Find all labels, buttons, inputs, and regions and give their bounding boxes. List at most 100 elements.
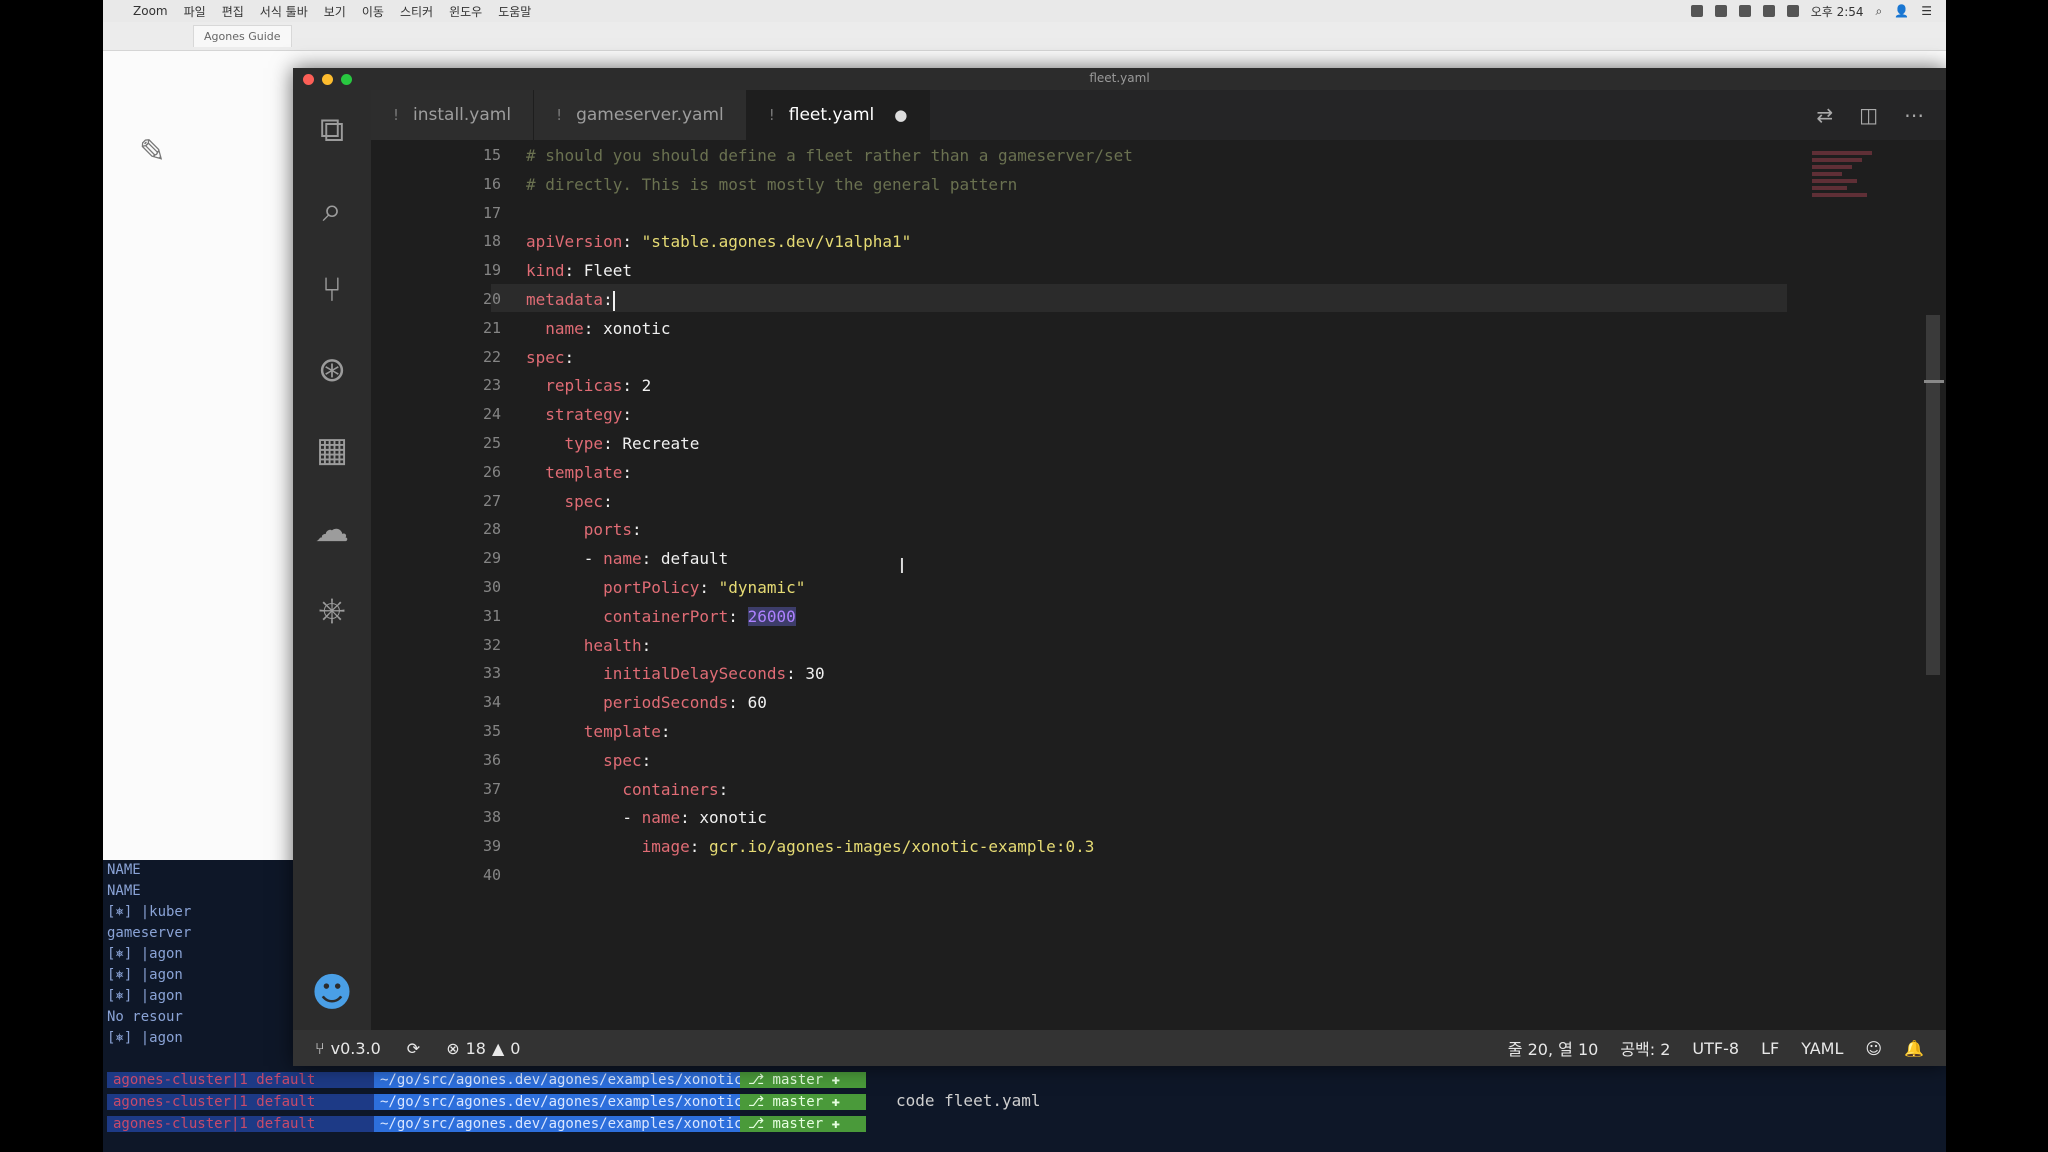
sync-icon[interactable]: ⟳ — [407, 1039, 420, 1058]
language-mode[interactable]: YAML — [1801, 1039, 1843, 1058]
menu-item[interactable]: 서식 툴바 — [260, 3, 308, 20]
problems-indicator[interactable]: ⊗ 18 ▲ 0 — [446, 1039, 520, 1058]
code-line[interactable]: containerPort: 26000 — [526, 603, 796, 631]
line-number: 34 — [482, 693, 501, 712]
more-actions-icon[interactable]: ⋯ — [1904, 103, 1924, 127]
code-line[interactable]: image: gcr.io/agones-images/xonotic-exam… — [526, 833, 1095, 861]
code-token: : — [603, 491, 613, 511]
terminal-line: NAME — [107, 862, 141, 878]
prompt-path: ~/go/src/agones.dev/agones/examples/xono… — [374, 1116, 742, 1132]
tray-icon[interactable] — [1786, 5, 1799, 17]
split-editor-icon[interactable]: ◫ — [1859, 103, 1878, 127]
code-token: - — [526, 549, 604, 569]
code-line[interactable]: metadata: — [526, 286, 615, 314]
menu-app-name[interactable]: Zoom — [133, 4, 168, 18]
debug-icon[interactable]: ⊛ — [293, 330, 371, 410]
code-line[interactable]: # should you should define a fleet rathe… — [526, 142, 1133, 170]
line-number: 30 — [482, 578, 501, 596]
extensions-icon[interactable]: ▦ — [293, 410, 371, 490]
yaml-file-icon: ! — [768, 106, 775, 124]
tray-icon[interactable] — [1690, 5, 1703, 17]
menu-item[interactable]: 윈도우 — [449, 3, 482, 20]
code-line[interactable]: - name: xonotic — [526, 804, 767, 832]
prompt-git: ⎇ master ✚ — [740, 1072, 866, 1088]
line-number: 22 — [482, 347, 501, 366]
open-changes-icon[interactable]: ⇄ — [1816, 103, 1833, 127]
line-number: 35 — [482, 722, 501, 740]
menu-list-icon[interactable]: ☰ — [1921, 4, 1932, 18]
code-token: : — [631, 520, 642, 540]
code-line[interactable]: spec: — [526, 344, 574, 372]
branch-icon: ⑂ — [315, 1038, 325, 1058]
code-line[interactable]: - name: default — [526, 545, 729, 573]
prompt-git: ⎇ master ✚ — [740, 1116, 866, 1132]
menubar-clock[interactable]: 오후 2:54 — [1811, 3, 1864, 20]
search-icon[interactable]: ⌕ — [293, 170, 371, 250]
encoding[interactable]: UTF-8 — [1692, 1039, 1739, 1058]
accounts-icon[interactable]: ☻ — [293, 970, 371, 1016]
code-line[interactable]: spec: — [526, 488, 613, 516]
code-line[interactable]: containers: — [526, 776, 728, 804]
yaml-file-icon: ! — [393, 106, 400, 124]
minimap[interactable] — [1812, 148, 1894, 238]
source-control-icon[interactable]: ⑂ — [293, 250, 371, 330]
tray-icon[interactable] — [1714, 5, 1727, 17]
code-line[interactable]: type: Recreate — [526, 430, 700, 458]
terminal-line: [⎈] |kuber — [107, 904, 192, 920]
kubernetes-icon[interactable]: ⎈ — [293, 570, 371, 650]
line-number: 18 — [482, 232, 501, 251]
git-branch[interactable]: ⑂ v0.3.0 — [315, 1039, 381, 1058]
menu-item[interactable]: 이동 — [362, 3, 384, 20]
code-line[interactable]: ports: — [526, 516, 642, 544]
error-count: 18 — [465, 1038, 486, 1058]
code-line[interactable]: # directly. This is most mostly the gene… — [526, 171, 1017, 199]
code-line[interactable]: kind: Fleet — [526, 257, 632, 285]
code-line[interactable]: replicas: 2 — [526, 372, 651, 400]
explorer-icon[interactable]: ⧉ — [293, 90, 371, 170]
feedback-icon[interactable]: ☺ — [1865, 1039, 1882, 1058]
tab-label: fleet.yaml — [788, 105, 875, 125]
line-ending[interactable]: LF — [1761, 1039, 1779, 1058]
text-cursor — [612, 290, 615, 311]
tray-icon[interactable] — [1762, 5, 1775, 17]
code-token: containerPort — [603, 606, 729, 626]
tab-install-yaml[interactable]: ! install.yaml — [371, 90, 535, 140]
modified-dot-icon[interactable]: ● — [894, 106, 907, 124]
tab-fleet-yaml[interactable]: ! fleet.yaml ● — [746, 90, 931, 140]
code-line[interactable]: health: — [526, 632, 651, 660]
code-line[interactable]: portPolicy: "dynamic" — [526, 574, 805, 602]
browser-tab[interactable]: Agones Guide — [193, 25, 292, 47]
code-token: : — [718, 779, 729, 799]
docker-icon[interactable]: ☁ — [293, 490, 371, 570]
code-line[interactable]: template: — [526, 718, 671, 746]
indentation[interactable]: 공백: 2 — [1620, 1036, 1670, 1060]
cursor-position[interactable]: 줄 20, 열 10 — [1508, 1036, 1599, 1060]
menu-item[interactable]: 도움말 — [498, 3, 531, 20]
menu-item[interactable]: 파일 — [184, 3, 206, 20]
tab-gameserver-yaml[interactable]: ! gameserver.yaml — [534, 90, 747, 140]
menu-item[interactable]: 보기 — [324, 3, 346, 20]
code-editor[interactable]: 15 16 17 18 19 20 21 22 23 24 25 26 27 28 29 30 31 32 33 34… — [371, 140, 1946, 1030]
code-line[interactable]: initialDelaySeconds: 30 — [526, 660, 825, 688]
code-line[interactable]: template: — [526, 459, 632, 487]
code-line[interactable]: spec: — [526, 747, 651, 775]
code-token: : 2 — [622, 376, 652, 396]
code-line[interactable]: strategy: — [526, 401, 632, 429]
notifications-icon[interactable]: 🔔 — [1904, 1039, 1924, 1058]
terminal-command[interactable]: code fleet.yaml — [896, 1091, 1041, 1110]
code-line[interactable]: periodSeconds: 60 — [526, 689, 767, 717]
code-line[interactable]: apiVersion: "stable.agones.dev/v1alpha1" — [526, 228, 911, 256]
vertical-scrollbar[interactable] — [1926, 315, 1940, 675]
tray-icon[interactable] — [1738, 5, 1751, 17]
code-token: portPolicy — [603, 578, 700, 597]
menu-item[interactable]: 스티커 — [400, 3, 433, 20]
user-icon[interactable]: 👤 — [1894, 4, 1909, 18]
line-number: 23 — [482, 376, 501, 395]
search-icon[interactable]: ⌕ — [1876, 4, 1883, 19]
code-line[interactable]: name: xonotic — [526, 315, 670, 343]
menu-item[interactable]: 편집 — [222, 3, 244, 20]
